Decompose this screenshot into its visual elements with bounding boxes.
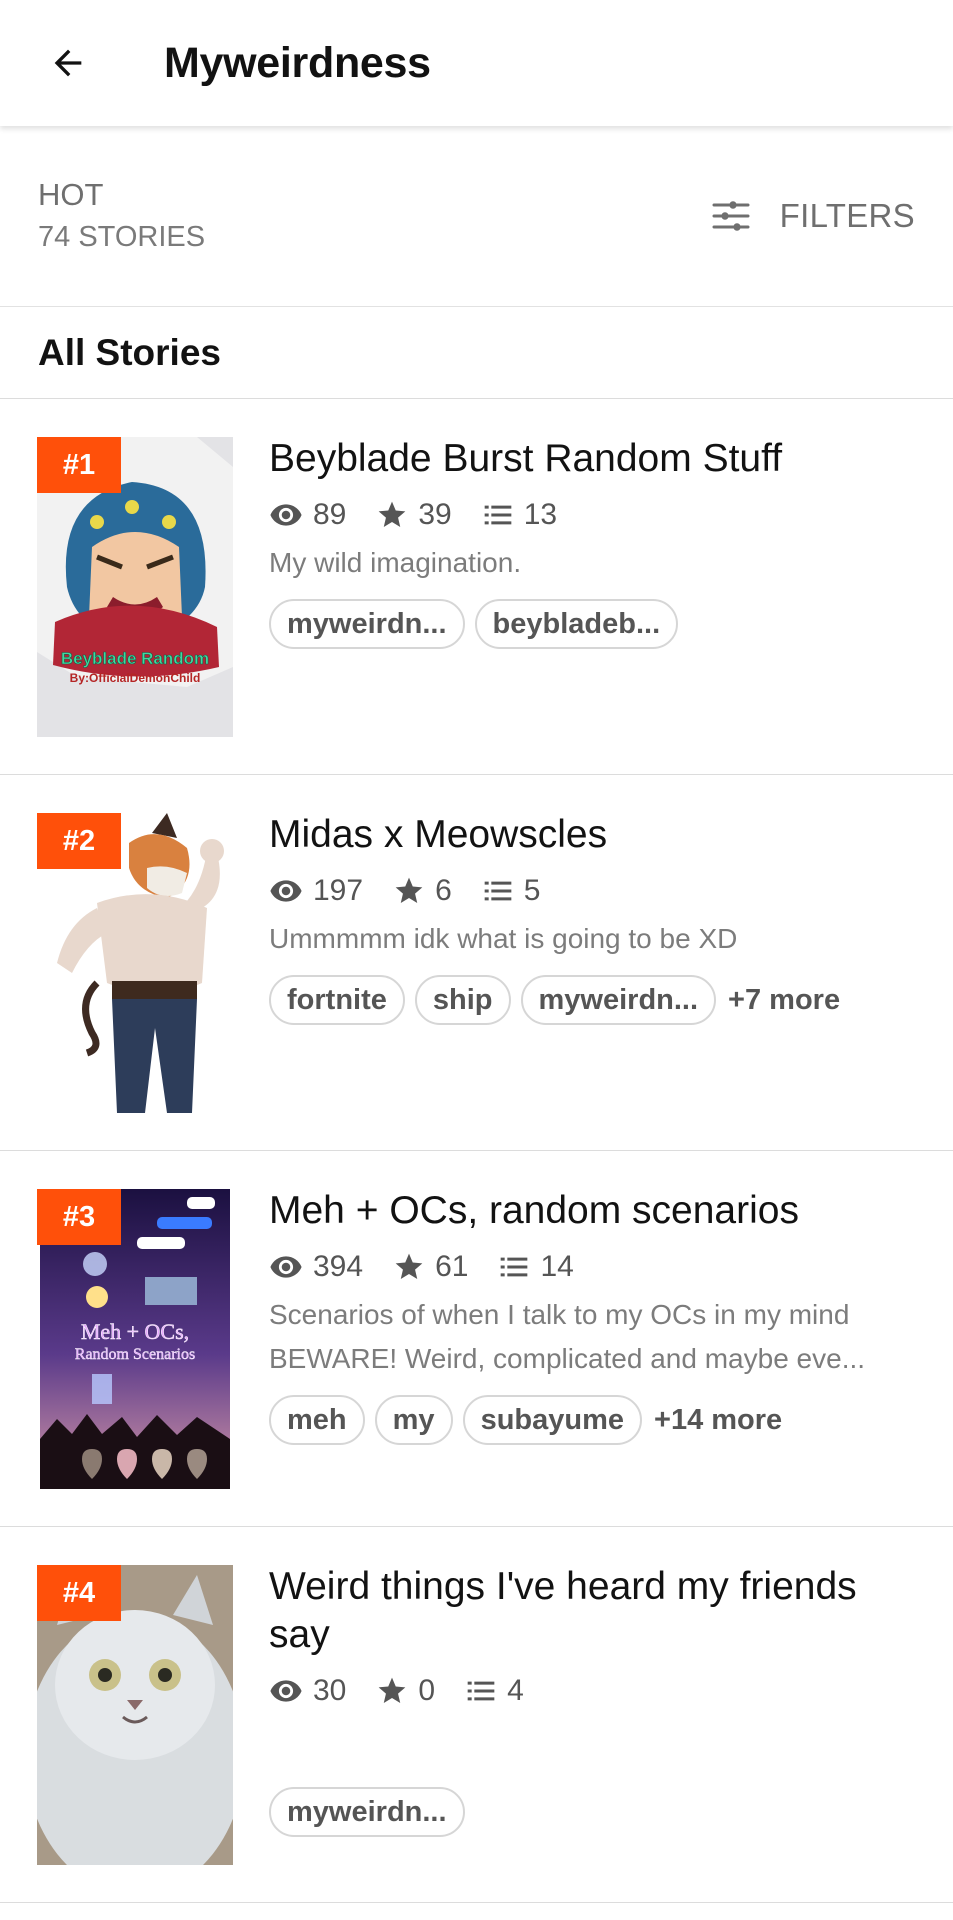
filters-button[interactable]: FILTERS — [712, 197, 915, 235]
parts-count: 13 — [523, 498, 558, 531]
tag-chip[interactable]: myweirdn... — [520, 975, 717, 1025]
votes-stat: 61 — [393, 1250, 468, 1284]
star-icon — [395, 877, 423, 903]
story-title: Beyblade Burst Random Stuff — [269, 437, 783, 480]
cover-text: Random Scenarios — [75, 1346, 195, 1363]
story-description: Scenarios of when I talk to my OCs in my… — [269, 1299, 866, 1374]
tag-list: fortnite ship myweirdn... +7 more — [269, 975, 923, 1025]
parts-stat: 4 — [465, 1674, 524, 1708]
story-item[interactable]: #2 Midas x Meowscles 197 6 5 Ummmmm idk … — [0, 775, 953, 1151]
list-icon — [501, 1257, 528, 1277]
cover-text: Meh + OCs, — [81, 1319, 189, 1344]
more-tags-link[interactable]: +7 more — [728, 984, 840, 1017]
reads-count: 89 — [313, 498, 347, 531]
story-info: Weird things I've heard my friends say 3… — [269, 1563, 923, 1837]
app-bar: Myweirdness — [0, 0, 953, 126]
list-icon — [467, 1681, 495, 1701]
reads-stat: 394 — [269, 1250, 363, 1284]
votes-stat: 0 — [376, 1674, 435, 1708]
story-info: Meh + OCs, random scenarios 394 61 14 Sc… — [269, 1187, 923, 1445]
filters-label: FILTERS — [779, 197, 915, 234]
rank-badge: #1 — [37, 437, 121, 493]
section-title: All Stories — [38, 331, 221, 373]
rank-badge: #2 — [37, 813, 121, 869]
cover-text: By:OfficialDemonChild — [70, 671, 201, 685]
votes-stat: 6 — [393, 874, 452, 908]
reads-stat: 30 — [269, 1674, 346, 1708]
eye-icon — [270, 880, 302, 902]
story-cover: #4 — [37, 1565, 233, 1865]
story-cover: Beyblade Random By:OfficialDemonChild #1 — [37, 437, 233, 737]
tag-chip[interactable]: my — [374, 1395, 453, 1445]
tag-list: meh my subayume +14 more — [269, 1395, 923, 1445]
votes-count: 6 — [435, 874, 452, 907]
story-cover: Meh + OCs, Random Scenarios #3 — [37, 1189, 233, 1489]
tag-list: myweirdn... beybladeb... — [269, 599, 923, 649]
sort-bar: HOT 74 STORIES FILTERS — [0, 126, 953, 307]
sliders-icon — [712, 201, 750, 231]
story-stats: 197 6 5 — [269, 871, 923, 911]
story-description — [269, 1717, 923, 1761]
story-item[interactable]: Beyblade Random By:OfficialDemonChild #1… — [0, 399, 953, 775]
tag-chip[interactable]: ship — [414, 975, 511, 1025]
tag-chip[interactable]: subayume — [462, 1395, 643, 1445]
reads-stat: 89 — [269, 498, 346, 532]
story-title: Midas x Meowscles — [269, 813, 608, 856]
story-info: Midas x Meowscles 197 6 5 Ummmmm idk wha… — [269, 811, 923, 1025]
story-item[interactable]: Meh + OCs, Random Scenarios #3 Meh + OCs… — [0, 1151, 953, 1527]
star-icon — [395, 1253, 423, 1279]
story-item[interactable]: #4 Weird things I've heard my friends sa… — [0, 1527, 953, 1903]
story-stats: 89 39 13 — [269, 495, 923, 535]
list-icon — [484, 505, 512, 525]
story-title: Weird things I've heard my friends say — [269, 1565, 857, 1656]
more-tags-link[interactable]: +14 more — [654, 1404, 782, 1437]
eye-icon — [270, 504, 302, 526]
story-stats: 394 61 14 — [269, 1247, 923, 1287]
story-description: My wild imagination. — [269, 547, 522, 578]
tag-list: myweirdn... — [269, 1787, 923, 1837]
votes-stat: 39 — [376, 498, 452, 532]
star-icon — [379, 1677, 406, 1703]
sort-selector[interactable]: HOT 74 STORIES — [38, 174, 205, 258]
reads-stat: 197 — [269, 874, 363, 908]
rank-badge: #3 — [37, 1189, 121, 1245]
list-icon — [484, 881, 512, 901]
story-stats: 30 0 4 — [269, 1671, 923, 1711]
arrow-left-icon — [54, 49, 82, 77]
tag-chip[interactable]: myweirdn... — [269, 599, 465, 649]
reads-count: 394 — [313, 1250, 364, 1283]
sort-label: HOT — [38, 177, 104, 212]
parts-count: 4 — [507, 1674, 524, 1707]
parts-count: 5 — [523, 874, 541, 907]
eye-icon — [270, 1680, 302, 1702]
rank-badge: #4 — [37, 1565, 121, 1621]
page-title: Myweirdness — [164, 38, 431, 87]
tag-chip[interactable]: myweirdn... — [269, 1787, 465, 1837]
votes-count: 39 — [418, 498, 452, 531]
reads-count: 30 — [313, 1674, 347, 1707]
story-title: Meh + OCs, random scenarios — [269, 1189, 799, 1232]
parts-count: 14 — [540, 1250, 574, 1283]
eye-icon — [270, 1256, 302, 1278]
tag-chip[interactable]: meh — [269, 1395, 365, 1445]
story-description: Ummmmm idk what is going to be XD — [269, 923, 738, 954]
parts-stat: 14 — [498, 1250, 574, 1284]
tag-chip[interactable]: beybladeb... — [474, 599, 679, 649]
cover-text: Beyblade Random — [61, 649, 209, 668]
story-count: 74 STORIES — [38, 221, 206, 253]
votes-count: 0 — [418, 1674, 436, 1707]
votes-count: 61 — [435, 1250, 469, 1283]
parts-stat: 5 — [482, 874, 541, 908]
star-icon — [379, 501, 406, 527]
reads-count: 197 — [313, 874, 364, 907]
back-button[interactable] — [44, 39, 92, 87]
story-info: Beyblade Burst Random Stuff 89 39 13 My … — [269, 435, 923, 649]
tag-chip[interactable]: fortnite — [269, 975, 405, 1025]
story-cover: #2 — [37, 813, 233, 1113]
parts-stat: 13 — [482, 498, 557, 532]
section-header: All Stories — [0, 307, 953, 399]
